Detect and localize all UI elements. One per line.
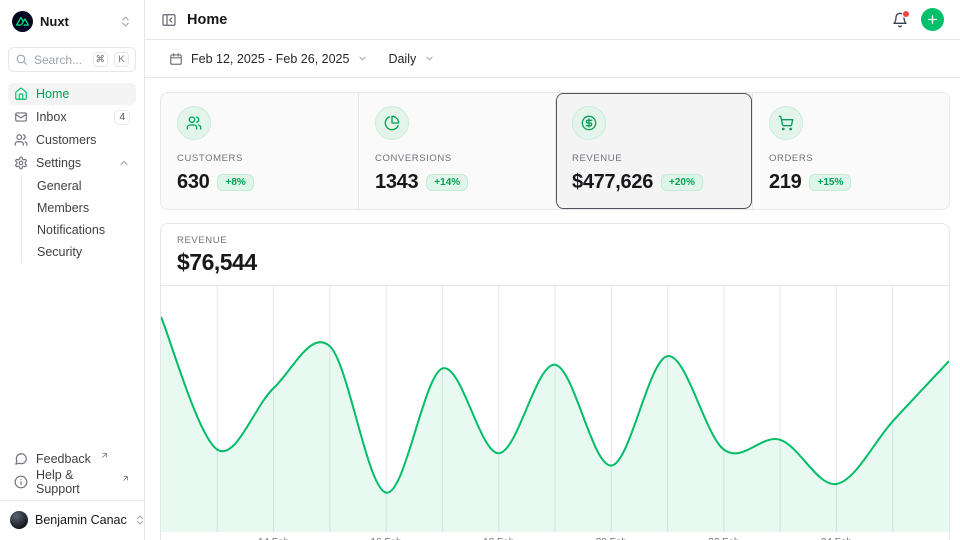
sidebar-item-inbox[interactable]: Inbox 4 [8, 106, 136, 128]
workspace-switcher[interactable]: Nuxt [8, 8, 136, 34]
avatar [10, 511, 28, 529]
user-section: Benjamin Canac [0, 500, 144, 532]
stat-value: 219 [769, 171, 801, 194]
search-input[interactable]: Search... ⌘ K [8, 47, 136, 72]
kbd-cmd: ⌘ [93, 52, 109, 67]
sidebar-item-label: Help & Support [36, 468, 112, 496]
info-circle-icon [14, 475, 28, 489]
chevron-up-icon [118, 157, 130, 169]
chevrons-up-down-icon [119, 15, 132, 28]
sidebar-nav: Home Inbox 4 Customers Settings Genera [8, 83, 136, 265]
chart-header: REVENUE $76,544 [161, 224, 949, 286]
stat-delta-badge: +14% [426, 174, 468, 191]
notifications-button[interactable] [892, 12, 908, 28]
stat-label: REVENUE [572, 153, 736, 164]
inbox-count-badge: 4 [114, 110, 130, 125]
collapse-sidebar-button[interactable] [161, 12, 177, 28]
mail-icon [14, 110, 28, 124]
add-button[interactable] [921, 8, 944, 31]
chart-metric-value: $76,544 [177, 249, 933, 276]
sidebar-item-label: Settings [36, 156, 81, 170]
gear-icon [14, 156, 28, 170]
stat-delta-badge: +20% [661, 174, 703, 191]
revenue-chart-card: REVENUE $76,544 14 Feb16 Feb18 Feb20 Feb… [160, 223, 950, 540]
search-icon [15, 53, 28, 66]
chart-plot-area[interactable]: 14 Feb16 Feb18 Feb20 Feb22 Feb24 Feb [161, 286, 949, 540]
period-value: Daily [388, 52, 416, 66]
period-select[interactable]: Daily [388, 52, 435, 66]
panel-left-close-icon [161, 12, 177, 28]
pie-chart-icon [375, 106, 409, 140]
workspace-name: Nuxt [40, 14, 112, 29]
dashboard-content: CUSTOMERS 630 +8% CONVERSIONS 1343 +14% [145, 78, 960, 540]
external-link-icon [121, 474, 130, 483]
date-range-value: Feb 12, 2025 - Feb 26, 2025 [191, 52, 349, 66]
stat-value: 630 [177, 171, 209, 194]
external-link-icon [100, 451, 109, 460]
sidebar-item-home[interactable]: Home [8, 83, 136, 105]
sidebar-item-security[interactable]: Security [37, 241, 136, 263]
stat-label: ORDERS [769, 153, 933, 164]
sidebar-item-settings[interactable]: Settings [8, 152, 136, 174]
sidebar-item-label: Customers [36, 133, 96, 147]
stat-label: CONVERSIONS [375, 153, 539, 164]
stat-delta-badge: +15% [809, 174, 851, 191]
sidebar-item-members[interactable]: Members [37, 197, 136, 219]
sidebar-item-label: Inbox [36, 110, 67, 124]
sidebar-item-help-support[interactable]: Help & Support [8, 471, 136, 493]
stat-value: $477,626 [572, 171, 653, 194]
revenue-chart-svg: 14 Feb16 Feb18 Feb20 Feb22 Feb24 Feb [161, 286, 949, 540]
stat-card-conversions[interactable]: CONVERSIONS 1343 +14% [358, 93, 555, 209]
user-menu[interactable]: Benjamin Canac [10, 508, 134, 532]
sidebar-item-feedback[interactable]: Feedback [8, 448, 136, 470]
stat-card-revenue[interactable]: REVENUE $477,626 +20% [555, 93, 752, 209]
page-title: Home [187, 12, 227, 28]
search-placeholder: Search... [34, 53, 87, 67]
sidebar-item-label: Home [36, 87, 69, 101]
plus-icon [926, 13, 939, 26]
page-header: Home [145, 0, 960, 40]
home-icon [14, 87, 28, 101]
sidebar-item-customers[interactable]: Customers [8, 129, 136, 151]
filters-toolbar: Feb 12, 2025 - Feb 26, 2025 Daily [145, 40, 960, 78]
main-area: Home Feb 12, 2025 - Feb 26, 2025 Daily [145, 0, 960, 540]
chart-metric-label: REVENUE [177, 235, 933, 246]
chevron-down-icon [424, 53, 435, 64]
dollar-circle-icon [572, 106, 606, 140]
sidebar: Nuxt Search... ⌘ K Home Inbox 4 [0, 0, 145, 540]
calendar-icon [169, 52, 183, 66]
notification-dot [902, 10, 910, 18]
date-range-picker[interactable]: Feb 12, 2025 - Feb 26, 2025 [169, 52, 368, 66]
cart-icon [769, 106, 803, 140]
stat-label: CUSTOMERS [177, 153, 342, 164]
users-icon [14, 133, 28, 147]
stat-delta-badge: +8% [217, 174, 253, 191]
stat-card-customers[interactable]: CUSTOMERS 630 +8% [161, 93, 358, 209]
sidebar-item-general[interactable]: General [37, 175, 136, 197]
sidebar-item-label: Feedback [36, 452, 91, 466]
chevrons-up-down-icon [134, 514, 146, 526]
stat-card-orders[interactable]: ORDERS 219 +15% [752, 93, 949, 209]
sidebar-footer: Feedback Help & Support Benjamin Canac [8, 448, 136, 532]
user-name: Benjamin Canac [35, 513, 127, 527]
kbd-k: K [114, 52, 129, 67]
message-circle-icon [14, 452, 28, 466]
sidebar-item-notifications[interactable]: Notifications [37, 219, 136, 241]
stat-value: 1343 [375, 171, 418, 194]
stats-panel: CUSTOMERS 630 +8% CONVERSIONS 1343 +14% [160, 92, 950, 210]
chevron-down-icon [357, 53, 368, 64]
nuxt-logo-icon [12, 11, 33, 32]
settings-subnav: General Members Notifications Security [21, 175, 136, 263]
users-icon [177, 106, 211, 140]
